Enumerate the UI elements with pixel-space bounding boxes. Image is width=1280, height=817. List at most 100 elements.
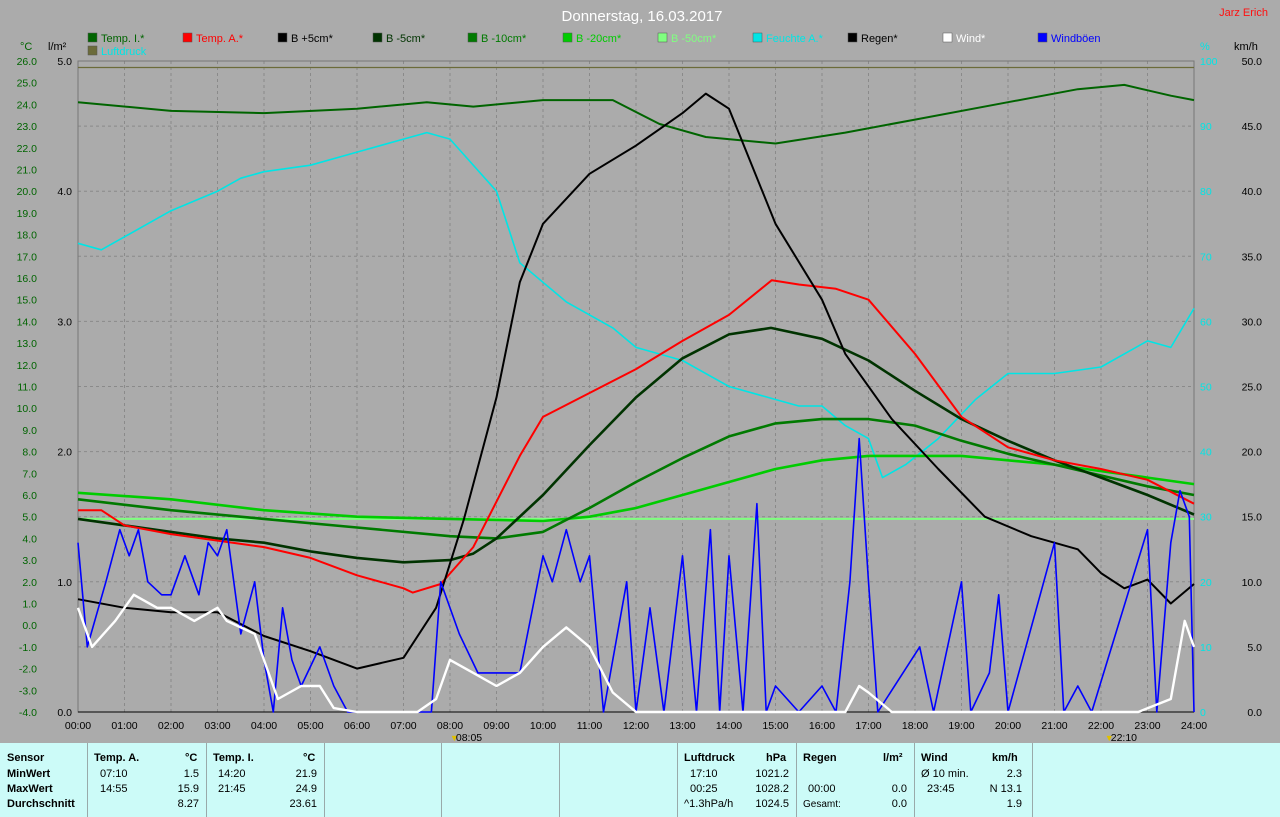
temp-a-unit: °C — [185, 752, 198, 764]
legend-swatch-b_50 — [657, 32, 668, 43]
divider — [1032, 743, 1033, 817]
rain-unit-label: l/m² — [48, 41, 67, 53]
legend-swatch-feuchte — [752, 32, 763, 43]
luftdruck-min-value: 1021.2 — [755, 768, 789, 780]
legend-swatch-regen — [847, 32, 858, 43]
wind-tick-label: 25.0 — [1242, 382, 1263, 394]
legend-label-windboeen: Windböen — [1051, 33, 1101, 45]
temp-tick-label: 0.0 — [22, 620, 37, 632]
wind-tick-label: 20.0 — [1242, 447, 1263, 459]
wind-max-value: N 13.1 — [989, 783, 1022, 795]
humidity-tick-label: 80 — [1200, 186, 1212, 198]
wind-tick-label: 45.0 — [1242, 121, 1263, 133]
time-tick-label: 20:00 — [995, 720, 1021, 732]
divider — [559, 743, 560, 817]
wind-title: Wind — [921, 752, 948, 764]
wind-avg10-value: 2.3 — [1006, 768, 1022, 780]
legend-label-temp_a: Temp. A.* — [196, 33, 244, 45]
sunrise-label: 08:05 — [456, 732, 482, 743]
sensor-label: Sensor — [7, 752, 45, 764]
temp-a-min-time: 07:10 — [100, 768, 128, 780]
weather-chart: Donnerstag, 16.03.2017 Jarz Erich Temp. … — [0, 0, 1280, 743]
time-tick-label: 02:00 — [158, 720, 184, 732]
regen-unit: l/m² — [883, 752, 903, 764]
wind-tick-label: 5.0 — [1247, 642, 1262, 654]
temp-i-title: Temp. I. — [213, 752, 254, 764]
humidity-tick-label: 100 — [1200, 56, 1218, 68]
humidity-tick-label: 10 — [1200, 642, 1212, 654]
legend-swatch-temp_i — [87, 32, 98, 43]
time-tick-label: 14:00 — [716, 720, 742, 732]
rain-tick-label: 2.0 — [57, 447, 72, 459]
humidity-tick-label: 70 — [1200, 251, 1212, 263]
regen-max-time: 00:00 — [808, 783, 836, 795]
legend-swatch-wind — [942, 32, 953, 43]
temp-i-max-time: 21:45 — [218, 783, 246, 795]
temp-i-unit: °C — [303, 752, 316, 764]
time-tick-label: 15:00 — [762, 720, 788, 732]
rain-tick-label: 1.0 — [57, 577, 72, 589]
minwert-label: MinWert — [7, 768, 51, 780]
temp-tick-label: 8.0 — [22, 447, 37, 459]
temp-tick-label: 23.0 — [17, 121, 38, 133]
legend-swatch-b_10 — [467, 32, 478, 43]
temp-tick-label: 2.0 — [22, 577, 37, 589]
humidity-tick-label: 30 — [1200, 512, 1212, 524]
temp-tick-label: 4.0 — [22, 533, 37, 545]
legend-label-b_50: B -50cm* — [671, 33, 717, 45]
temp-tick-label: -3.0 — [19, 685, 37, 697]
divider — [914, 743, 915, 817]
sunset-label: 22:10 — [1111, 732, 1137, 743]
legend-label-b_5: B -5cm* — [386, 33, 426, 45]
time-tick-label: 03:00 — [204, 720, 230, 732]
legend-label-regen: Regen* — [861, 33, 898, 45]
durchschnitt-label: Durchschnitt — [7, 798, 75, 810]
rain-tick-label: 0.0 — [57, 707, 72, 719]
regen-title: Regen — [803, 752, 837, 764]
temp-a-title: Temp. A. — [94, 752, 140, 764]
divider — [796, 743, 797, 817]
time-tick-label: 10:00 — [530, 720, 556, 732]
legend-swatch-temp_a — [182, 32, 193, 43]
temp-tick-label: 18.0 — [17, 230, 38, 242]
wind-unit: km/h — [992, 752, 1018, 764]
divider — [677, 743, 678, 817]
temp-tick-label: 26.0 — [17, 56, 38, 68]
temp-tick-label: 12.0 — [17, 360, 38, 372]
chart-title: Donnerstag, 16.03.2017 — [562, 8, 723, 25]
time-tick-label: 16:00 — [809, 720, 835, 732]
legend-label-b_10: B -10cm* — [481, 33, 527, 45]
temp-tick-label: 10.0 — [17, 403, 38, 415]
legend-label-feuchte: Feuchte A.* — [766, 33, 824, 45]
time-tick-label: 11:00 — [577, 720, 603, 732]
temp-tick-label: 21.0 — [17, 165, 38, 177]
time-tick-label: 19:00 — [948, 720, 974, 732]
temp-a-max-time: 14:55 — [100, 783, 128, 795]
temp-tick-label: 17.0 — [17, 251, 38, 263]
temp-tick-label: 25.0 — [17, 78, 38, 90]
temp-tick-label: 11.0 — [17, 382, 37, 394]
legend-label-temp_i: Temp. I.* — [101, 33, 145, 45]
time-tick-label: 22:00 — [1088, 720, 1114, 732]
time-tick-label: 23:00 — [1134, 720, 1160, 732]
author-label: Jarz Erich — [1219, 7, 1268, 19]
divider — [206, 743, 207, 817]
temp-unit-label: °C — [20, 41, 32, 53]
luftdruck-max-time: 00:25 — [690, 783, 718, 795]
humidity-tick-label: 0 — [1200, 707, 1206, 719]
legend-label-b5: B +5cm* — [291, 33, 334, 45]
wind-average: 1.9 — [1006, 798, 1022, 810]
luftdruck-average: 1024.5 — [755, 798, 789, 810]
divider — [87, 743, 88, 817]
humidity-tick-label: 60 — [1200, 316, 1212, 328]
time-tick-label: 05:00 — [297, 720, 323, 732]
temp-tick-label: 24.0 — [17, 99, 38, 111]
regen-gesamt-value: 0.0 — [891, 798, 907, 810]
temp-tick-label: 16.0 — [17, 273, 38, 285]
legend-swatch-b_20 — [562, 32, 573, 43]
rain-tick-label: 5.0 — [57, 56, 72, 68]
temp-tick-label: -1.0 — [19, 642, 37, 654]
rain-tick-label: 3.0 — [57, 316, 72, 328]
luftdruck-trend: ^1.3hPa/h — [684, 798, 734, 810]
temp-i-max-value: 24.9 — [295, 783, 317, 795]
